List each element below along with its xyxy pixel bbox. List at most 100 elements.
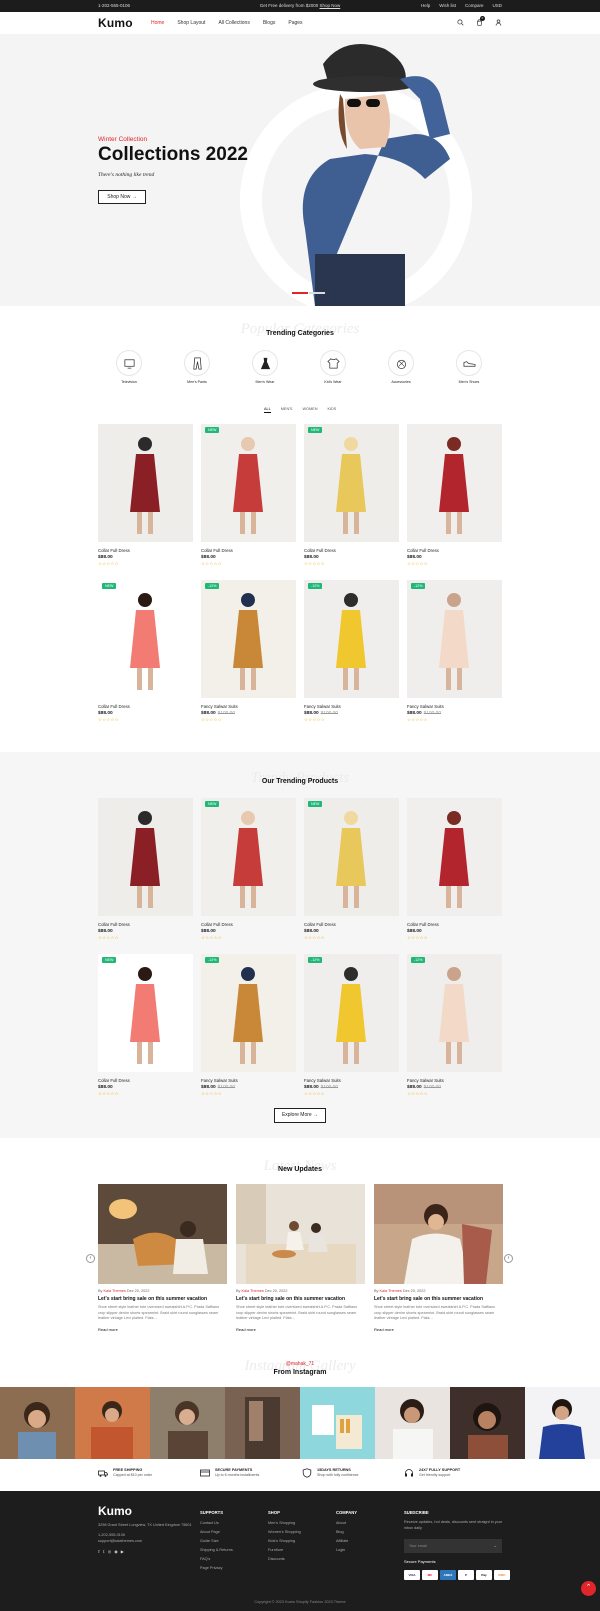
product-card[interactable]: Collar Full Dress $88.00 ☆☆☆☆☆: [407, 798, 502, 941]
product-name[interactable]: Collar Full Dress: [98, 922, 193, 927]
product-image[interactable]: [98, 424, 193, 542]
product-image[interactable]: NEW: [98, 954, 193, 1072]
product-image[interactable]: -12%: [304, 954, 399, 1072]
tab-all[interactable]: ALL: [264, 407, 271, 413]
nav-shop-layout[interactable]: Shop Layout: [177, 20, 205, 26]
news-author-link[interactable]: Kala Themes: [242, 1289, 264, 1293]
product-card[interactable]: Collar Full Dress $88.00 ☆☆☆☆☆: [98, 798, 193, 941]
category-mens-shoes[interactable]: Men's Shoes: [449, 350, 489, 384]
slider-dot-active[interactable]: [292, 292, 308, 294]
footer-link[interactable]: Blog: [336, 1528, 357, 1537]
instagram-photo[interactable]: [375, 1387, 450, 1459]
category-television[interactable]: Television: [109, 350, 149, 384]
instagram-photo[interactable]: [300, 1387, 375, 1459]
compare-link[interactable]: Compare: [465, 0, 484, 12]
read-more-link[interactable]: Read more: [374, 1327, 503, 1332]
instagram-photo[interactable]: [150, 1387, 225, 1459]
product-card[interactable]: NEW Collar Full Dress $88.00 ☆☆☆☆☆: [304, 424, 399, 567]
product-name[interactable]: Collar Full Dress: [98, 1078, 193, 1083]
category-mens-pants[interactable]: Men's Pants: [177, 350, 217, 384]
footer-email[interactable]: support@kalathemes.com: [98, 1538, 193, 1544]
nav-all-collections[interactable]: All Collections: [218, 20, 249, 26]
footer-link[interactable]: FAQ's: [200, 1555, 233, 1564]
product-name[interactable]: Fancy Salwar Suits: [201, 704, 296, 709]
footer-link[interactable]: Page Privacy: [200, 1564, 233, 1573]
news-author-link[interactable]: Kala Themes: [380, 1289, 402, 1293]
product-card[interactable]: NEW Collar Full Dress $88.00 ☆☆☆☆☆: [98, 580, 193, 723]
product-card[interactable]: NEW Collar Full Dress $88.00 ☆☆☆☆☆: [304, 798, 399, 941]
read-more-link[interactable]: Read more: [236, 1327, 365, 1332]
product-image[interactable]: [98, 798, 193, 916]
product-image[interactable]: -12%: [407, 954, 502, 1072]
product-card[interactable]: Collar Full Dress $88.00 ☆☆☆☆☆: [407, 424, 502, 567]
wishlist-link[interactable]: Wish list: [439, 0, 456, 12]
tab-kids[interactable]: KIDS: [327, 407, 336, 413]
footer-link[interactable]: Men's Shopping: [268, 1519, 301, 1528]
product-image[interactable]: -12%: [304, 580, 399, 698]
slider-dot[interactable]: [309, 292, 325, 294]
footer-link[interactable]: About Page: [200, 1528, 233, 1537]
currency-select[interactable]: USD: [492, 0, 502, 12]
product-card[interactable]: -12% Fancy Salwar Suits $88.00 $100.00 ☆☆☆☆☆: [304, 954, 399, 1097]
instagram-photo[interactable]: [525, 1387, 600, 1459]
product-card[interactable]: -12% Fancy Salwar Suits $88.00 $100.00 ☆☆☆☆☆: [201, 580, 296, 723]
nav-blogs[interactable]: Blogs: [263, 20, 276, 26]
site-logo[interactable]: Kumo: [98, 16, 133, 30]
help-link[interactable]: Help: [421, 0, 430, 12]
news-author-link[interactable]: Kala Themes: [104, 1289, 126, 1293]
news-post-title[interactable]: Let's start bring sale on this summer va…: [236, 1296, 365, 1302]
product-name[interactable]: Collar Full Dress: [407, 548, 502, 553]
footer-link[interactable]: Kids's Shopping: [268, 1537, 301, 1546]
product-image[interactable]: -12%: [407, 580, 502, 698]
product-name[interactable]: Collar Full Dress: [201, 922, 296, 927]
footer-link[interactable]: About: [336, 1519, 357, 1528]
news-prev-arrow[interactable]: ‹: [86, 1254, 95, 1263]
nav-pages[interactable]: Pages: [288, 20, 302, 26]
explore-more-button[interactable]: Explore More →: [274, 1108, 326, 1123]
instagram-photo[interactable]: [75, 1387, 150, 1459]
product-image[interactable]: -12%: [201, 954, 296, 1072]
news-post-title[interactable]: Let's start bring sale on this summer va…: [98, 1296, 227, 1302]
product-name[interactable]: Collar Full Dress: [201, 548, 296, 553]
instagram-handle[interactable]: @mahak_71: [0, 1361, 600, 1367]
news-image[interactable]: [236, 1184, 365, 1284]
product-card[interactable]: -12% Fancy Salwar Suits $88.00 $100.00 ☆☆☆☆☆: [304, 580, 399, 723]
news-post-title[interactable]: Let's start bring sale on this summer va…: [374, 1296, 503, 1302]
subscribe-email-input[interactable]: Your email →: [404, 1539, 502, 1553]
footer-link[interactable]: Women's Shopping: [268, 1528, 301, 1537]
news-next-arrow[interactable]: ›: [504, 1254, 513, 1263]
instagram-photo[interactable]: [0, 1387, 75, 1459]
product-image[interactable]: -12%: [201, 580, 296, 698]
news-image[interactable]: [98, 1184, 227, 1284]
nav-home[interactable]: Home: [151, 20, 164, 26]
instagram-photo[interactable]: [450, 1387, 525, 1459]
shop-now-link[interactable]: Shop Now: [320, 3, 341, 8]
instagram-photo[interactable]: [225, 1387, 300, 1459]
product-name[interactable]: Collar Full Dress: [407, 922, 502, 927]
product-card[interactable]: Collar Full Dress $88.00 ☆☆☆☆☆: [98, 424, 193, 567]
tab-women[interactable]: WOMEN: [302, 407, 317, 413]
footer-link[interactable]: Login: [336, 1546, 357, 1555]
footer-link[interactable]: Contact Us: [200, 1519, 233, 1528]
product-name[interactable]: Fancy Salwar Suits: [201, 1078, 296, 1083]
search-icon[interactable]: [457, 19, 464, 26]
hero-shop-now-button[interactable]: Shop Now →: [98, 190, 146, 204]
tab-mens[interactable]: MEN'S: [281, 407, 293, 413]
product-card[interactable]: -12% Fancy Salwar Suits $88.00 $100.00 ☆☆☆☆☆: [201, 954, 296, 1097]
product-name[interactable]: Fancy Salwar Suits: [304, 1078, 399, 1083]
product-image[interactable]: NEW: [304, 798, 399, 916]
footer-link[interactable]: Guide Size: [200, 1537, 233, 1546]
product-image[interactable]: [407, 424, 502, 542]
category-mens-wear[interactable]: Men's Wear: [245, 350, 285, 384]
product-image[interactable]: NEW: [201, 798, 296, 916]
product-card[interactable]: NEW Collar Full Dress $88.00 ☆☆☆☆☆: [201, 798, 296, 941]
footer-link[interactable]: Discounts: [268, 1555, 301, 1564]
product-name[interactable]: Collar Full Dress: [304, 548, 399, 553]
news-image[interactable]: [374, 1184, 503, 1284]
cart-button[interactable]: 0: [476, 16, 485, 28]
arrow-right-icon[interactable]: →: [493, 1539, 497, 1553]
product-name[interactable]: Fancy Salwar Suits: [407, 1078, 502, 1083]
footer-link[interactable]: Shipping & Returns: [200, 1546, 233, 1555]
account-icon[interactable]: [495, 19, 502, 26]
product-card[interactable]: -12% Fancy Salwar Suits $88.00 $100.00 ☆☆☆☆☆: [407, 580, 502, 723]
